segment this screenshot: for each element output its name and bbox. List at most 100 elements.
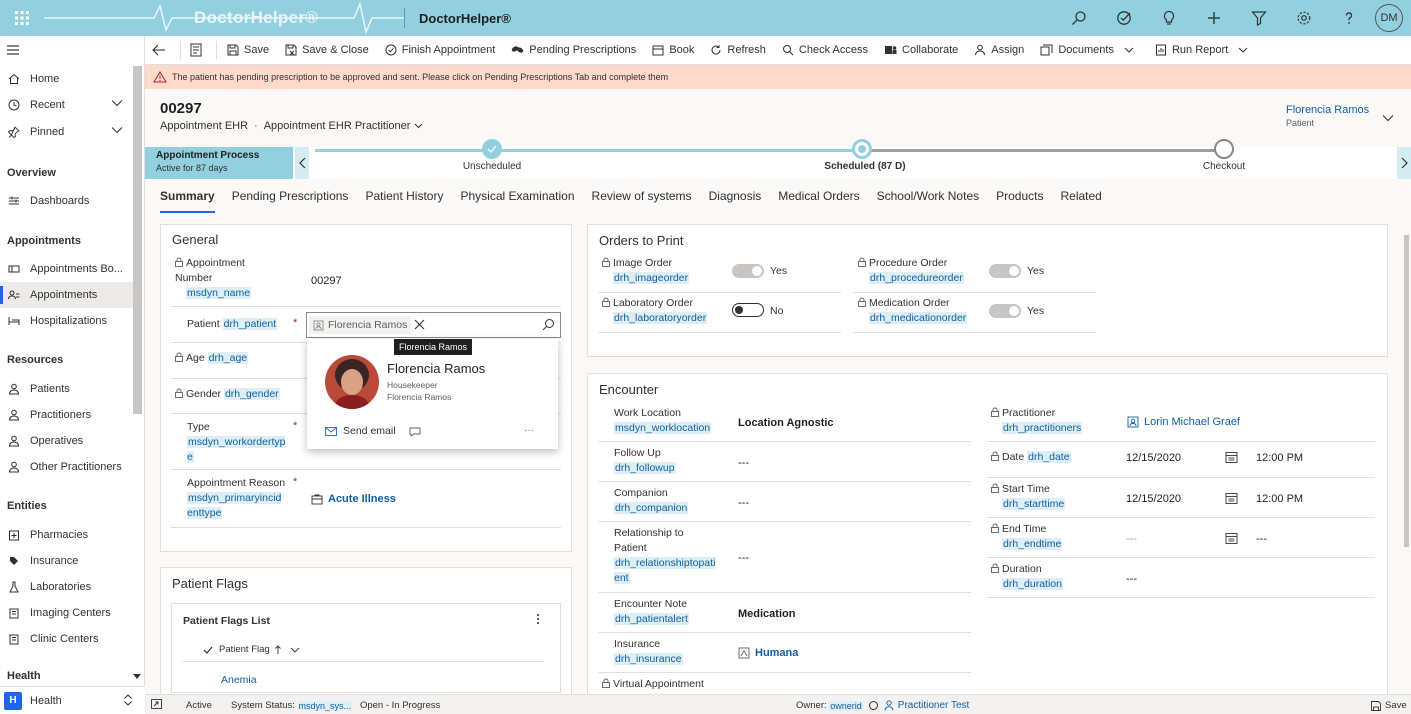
tab-patient-history[interactable]: Patient History bbox=[365, 189, 443, 213]
nav-pharmacies[interactable]: Pharmacies bbox=[0, 522, 133, 548]
area-switcher[interactable]: H Health bbox=[0, 686, 145, 714]
nav-laboratories[interactable]: Laboratories bbox=[0, 574, 133, 600]
help-icon[interactable] bbox=[1326, 0, 1371, 36]
contact-name[interactable]: Florencia Ramos bbox=[387, 361, 485, 376]
check-access-button[interactable]: Check Access bbox=[774, 36, 876, 65]
filter-icon[interactable] bbox=[1236, 0, 1281, 36]
back-button[interactable] bbox=[145, 36, 178, 65]
search-icon[interactable] bbox=[542, 318, 555, 331]
tab-physical-examination[interactable]: Physical Examination bbox=[460, 189, 574, 213]
documents-button[interactable]: Documents bbox=[1032, 36, 1147, 65]
chevron-down-icon[interactable] bbox=[111, 99, 123, 107]
sidebar-scrollbar[interactable] bbox=[133, 66, 142, 414]
main-scrollbar-thumb[interactable] bbox=[1404, 235, 1409, 547]
relationship-value[interactable]: --- bbox=[738, 552, 749, 564]
nav-clinic-centers[interactable]: Clinic Centers bbox=[0, 626, 133, 652]
chevron-down-icon[interactable] bbox=[414, 123, 423, 129]
stage-scheduled-label[interactable]: Scheduled (87 D) bbox=[785, 161, 945, 172]
refresh-button[interactable]: Refresh bbox=[702, 36, 774, 65]
app-launcher-icon[interactable] bbox=[0, 0, 44, 36]
encounter-note-value[interactable]: Medication bbox=[738, 608, 795, 620]
save-close-button[interactable]: Save & Close bbox=[277, 36, 377, 65]
follow-up-value[interactable]: --- bbox=[738, 457, 749, 469]
medication-order-toggle[interactable] bbox=[989, 304, 1021, 318]
companion-value[interactable]: --- bbox=[738, 497, 749, 509]
sort-ascending-icon[interactable] bbox=[274, 644, 281, 655]
run-report-button[interactable]: Run Report bbox=[1147, 36, 1261, 65]
date-value[interactable]: 12/15/2020 bbox=[1126, 452, 1181, 464]
patient-flag-column-header[interactable]: Patient Flag bbox=[219, 644, 270, 655]
end-time-value[interactable]: --- bbox=[1256, 533, 1267, 545]
appointment-reason-link[interactable]: Acute Illness bbox=[311, 493, 396, 505]
tab-medical-orders[interactable]: Medical Orders bbox=[778, 189, 859, 213]
chevron-down-icon[interactable] bbox=[290, 647, 300, 653]
nav-pinned[interactable]: Pinned bbox=[0, 119, 133, 145]
form-name[interactable]: Appointment EHR Practitioner bbox=[264, 120, 411, 132]
assign-button[interactable]: Assign bbox=[966, 36, 1032, 65]
nav-recent[interactable]: Recent bbox=[0, 92, 133, 118]
nav-operatives[interactable]: Operatives bbox=[0, 428, 133, 454]
patient-lookup-input[interactable]: Florencia Ramos bbox=[306, 312, 561, 338]
nav-other-practitioners[interactable]: Other Practitioners bbox=[0, 454, 133, 480]
bpf-prev-button[interactable] bbox=[295, 147, 309, 179]
stage-checkout-label[interactable]: Checkout bbox=[1144, 161, 1304, 172]
nav-hospitalizations[interactable]: Hospitalizations bbox=[0, 308, 133, 334]
tab-pending-prescriptions[interactable]: Pending Prescriptions bbox=[232, 189, 349, 213]
nav-home[interactable]: Home bbox=[0, 66, 133, 92]
more-options-icon[interactable]: ··· bbox=[524, 425, 534, 436]
nav-appointments-board[interactable]: Appointments Bo... bbox=[0, 256, 133, 282]
appointment-number-value[interactable]: 00297 bbox=[311, 275, 342, 287]
patient-flag-row-link[interactable]: Anemia bbox=[221, 674, 257, 686]
settings-icon[interactable] bbox=[1281, 0, 1326, 36]
stage-unscheduled-label[interactable]: Unscheduled bbox=[412, 161, 572, 172]
header-expand-chevron-icon[interactable] bbox=[1382, 114, 1394, 122]
more-vertical-icon[interactable] bbox=[536, 613, 540, 625]
close-icon[interactable] bbox=[414, 319, 425, 330]
pending-prescriptions-button[interactable]: Pending Prescriptions bbox=[503, 36, 644, 65]
end-date-value[interactable]: --- bbox=[1126, 533, 1137, 545]
finish-appointment-button[interactable]: Finish Appointment bbox=[377, 36, 504, 65]
collaborate-button[interactable]: Collaborate bbox=[876, 36, 966, 65]
lightbulb-icon[interactable] bbox=[1146, 0, 1191, 36]
procedure-order-toggle[interactable] bbox=[989, 264, 1021, 278]
book-button[interactable]: Book bbox=[644, 36, 702, 65]
hamburger-icon[interactable] bbox=[6, 44, 20, 56]
task-icon[interactable] bbox=[1101, 0, 1146, 36]
tab-products[interactable]: Products bbox=[996, 189, 1043, 213]
header-patient-link[interactable]: Florencia Ramos bbox=[1286, 104, 1369, 116]
main-scrollbar[interactable] bbox=[1403, 225, 1410, 690]
nav-dashboards[interactable]: Dashboards bbox=[0, 188, 133, 214]
bpf-next-button[interactable] bbox=[1397, 147, 1411, 179]
image-order-toggle[interactable] bbox=[732, 264, 764, 278]
practitioner-link[interactable]: Lorin Michael Graef bbox=[1127, 416, 1240, 428]
stage-unscheduled-node[interactable] bbox=[482, 139, 502, 159]
stage-scheduled-node[interactable] bbox=[852, 139, 872, 159]
select-all-check-icon[interactable] bbox=[203, 646, 213, 654]
tab-summary[interactable]: Summary bbox=[160, 189, 215, 213]
nav-patients[interactable]: Patients bbox=[0, 376, 133, 402]
date-time-value[interactable]: 12:00 PM bbox=[1256, 452, 1303, 464]
scroll-down-arrow-icon[interactable] bbox=[133, 674, 141, 680]
tab-school-work-notes[interactable]: School/Work Notes bbox=[877, 189, 980, 213]
calendar-icon[interactable] bbox=[1225, 492, 1238, 504]
user-avatar[interactable]: DM bbox=[1375, 4, 1403, 32]
save-button[interactable]: Save bbox=[219, 36, 277, 65]
stage-checkout-node[interactable] bbox=[1214, 139, 1234, 159]
nav-insurance[interactable]: Insurance bbox=[0, 548, 133, 574]
search-icon[interactable] bbox=[1056, 0, 1101, 36]
calendar-icon[interactable] bbox=[1225, 451, 1238, 463]
process-summary[interactable]: Appointment Process Active for 87 days bbox=[145, 147, 293, 179]
send-email-button[interactable]: Send email bbox=[325, 425, 396, 437]
work-location-value[interactable]: Location Agnostic bbox=[738, 417, 834, 429]
duration-value[interactable]: --- bbox=[1126, 573, 1137, 585]
chevron-down-icon[interactable] bbox=[111, 126, 123, 134]
tab-diagnosis[interactable]: Diagnosis bbox=[709, 189, 762, 213]
patient-lookup-tag[interactable]: Florencia Ramos bbox=[309, 316, 412, 334]
nav-appointments[interactable]: Appointments bbox=[0, 282, 133, 308]
nav-imaging-centers[interactable]: Imaging Centers bbox=[0, 600, 133, 626]
popout-icon[interactable] bbox=[151, 699, 162, 709]
tab-review-of-systems[interactable]: Review of systems bbox=[592, 189, 692, 213]
app-title[interactable]: DoctorHelper® bbox=[419, 11, 511, 26]
insurance-link[interactable]: Humana bbox=[738, 647, 798, 659]
owner-link[interactable]: Practitioner Test bbox=[898, 700, 970, 711]
